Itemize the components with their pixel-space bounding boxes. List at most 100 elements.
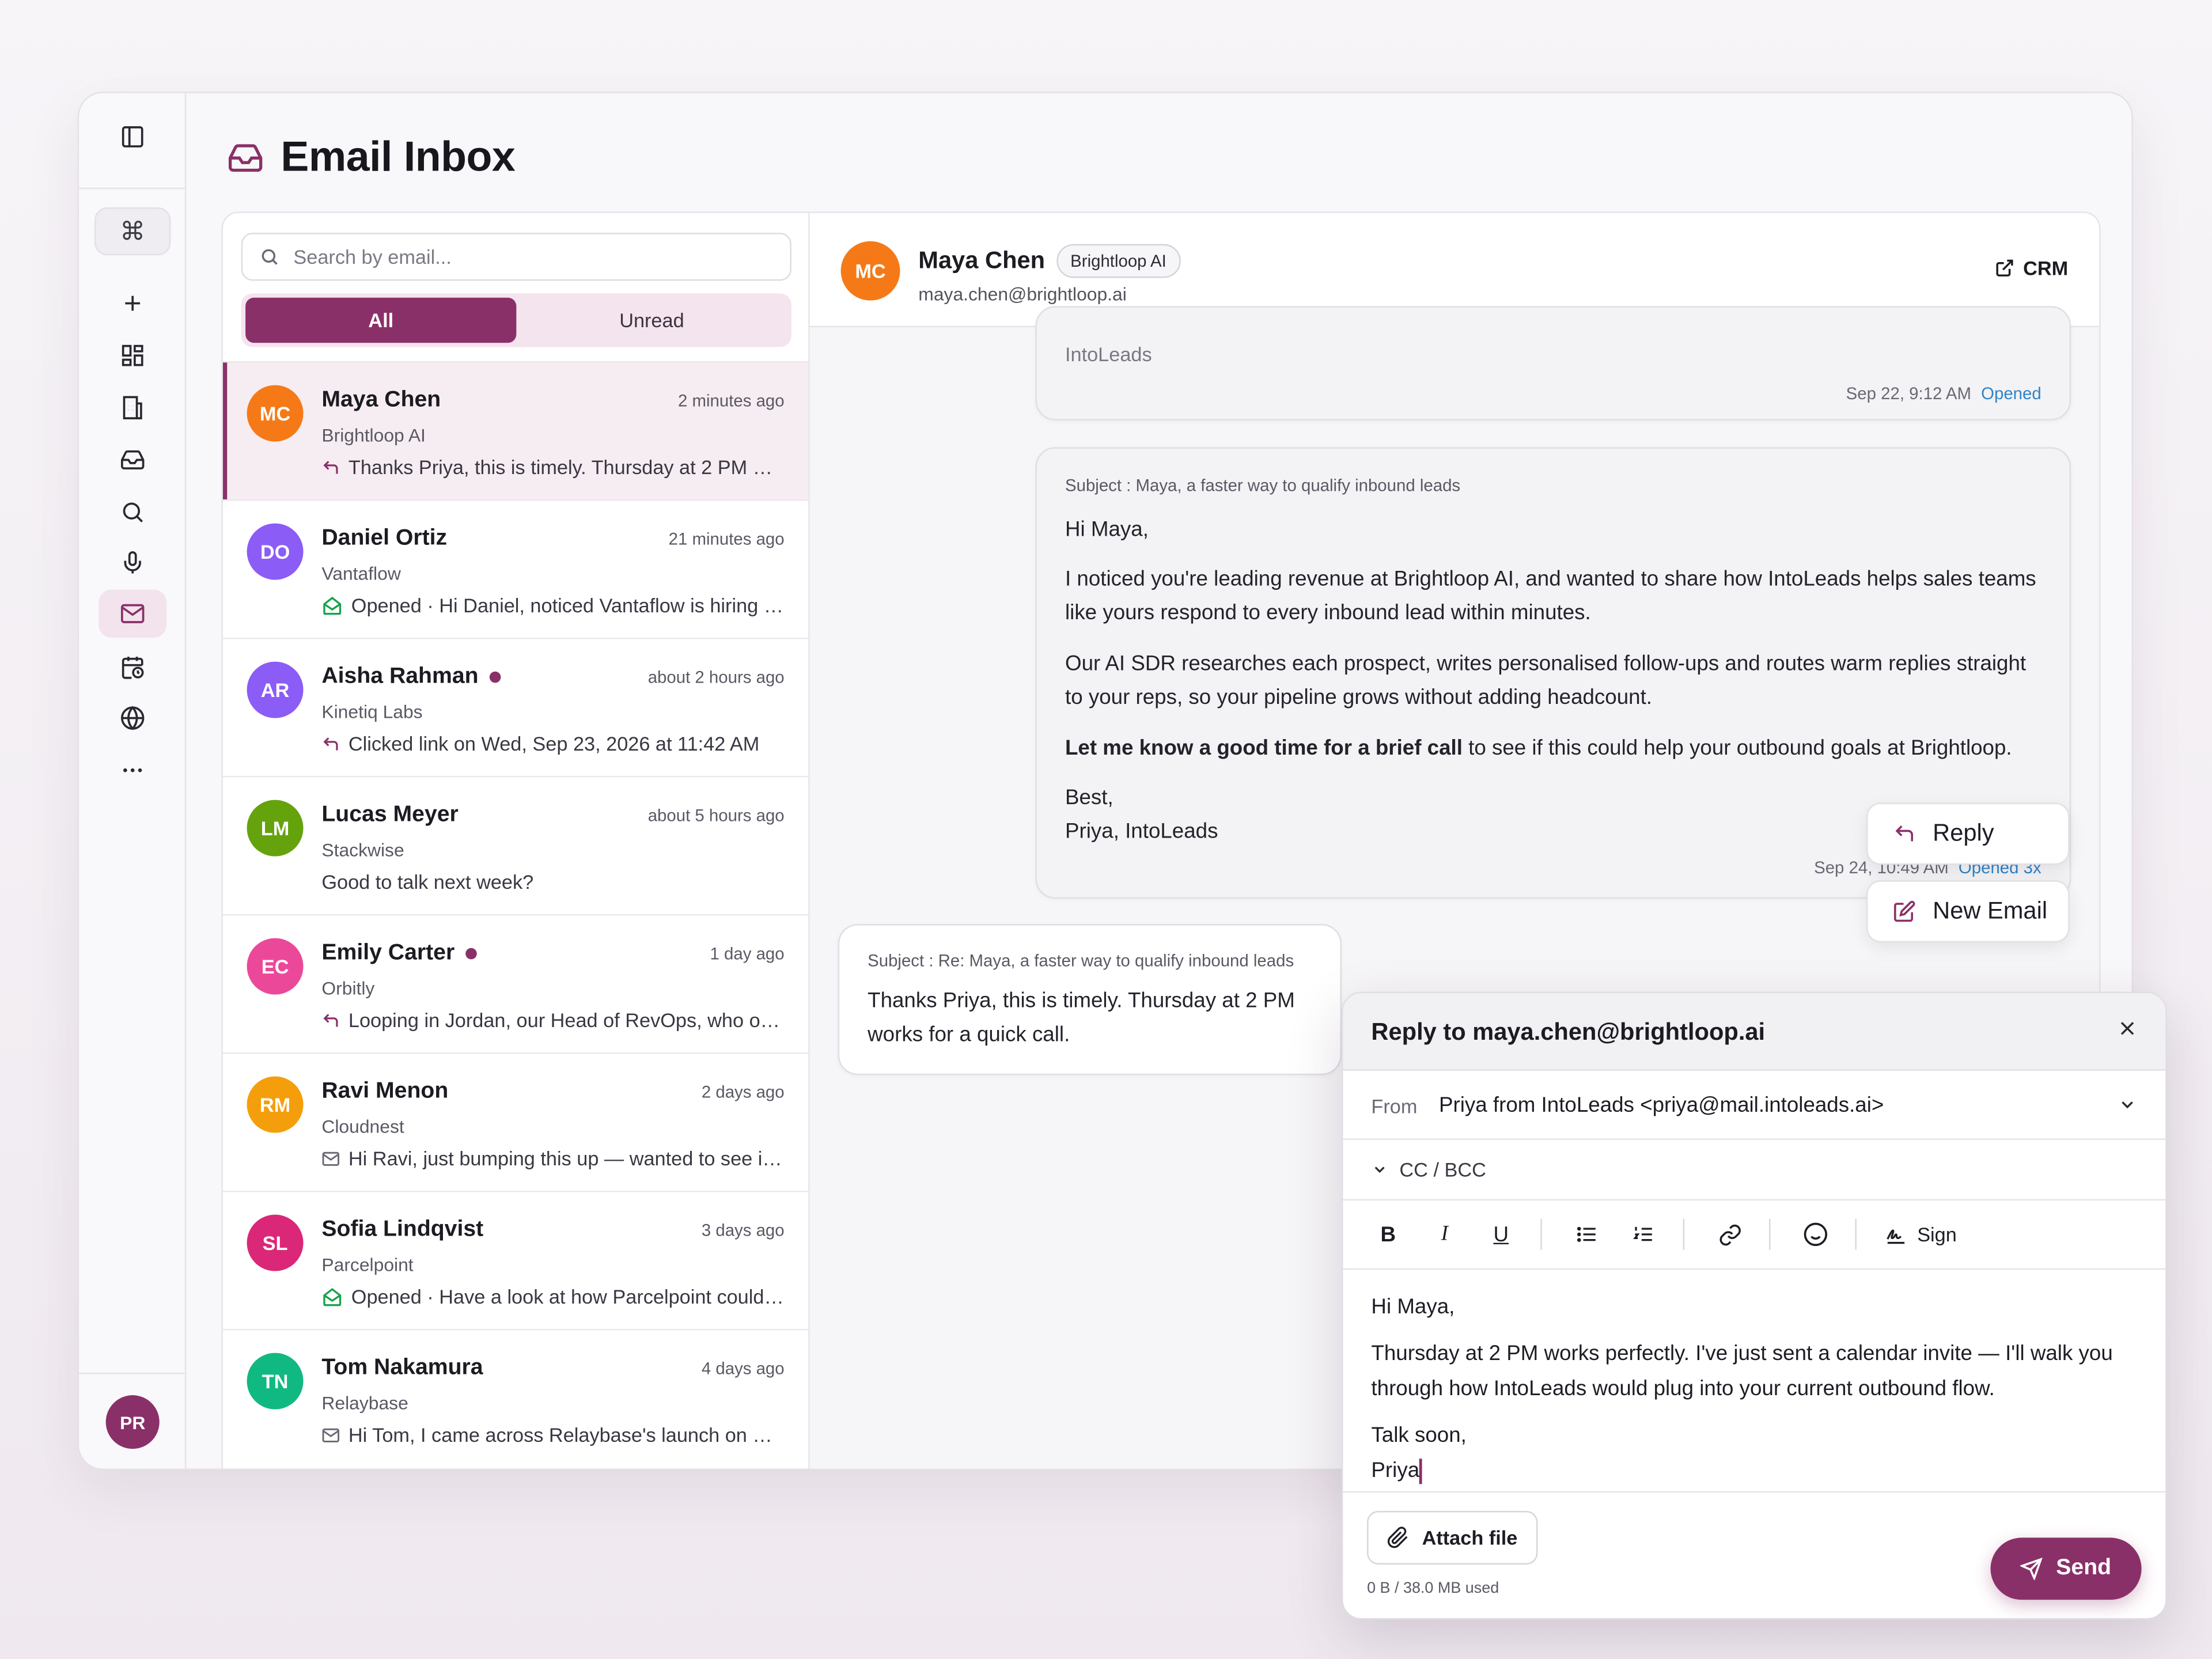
conversation-row[interactable]: LM Lucas Meyer about 5 hours ago Stackwi… bbox=[222, 775, 809, 914]
calendar-clock-icon bbox=[122, 657, 144, 679]
chevron-down-icon[interactable] bbox=[2118, 1094, 2137, 1122]
body-greeting: Hi Maya, bbox=[1371, 1295, 1455, 1319]
filter-all-button[interactable]: All bbox=[245, 297, 517, 343]
opened-status: Opened bbox=[1981, 384, 2041, 404]
external-link-icon bbox=[1996, 259, 2013, 276]
message-subject: Subject : Re: Maya, a faster way to qual… bbox=[868, 950, 1294, 971]
close-icon[interactable] bbox=[2118, 1018, 2137, 1046]
send-icon bbox=[2021, 1558, 2043, 1580]
send-label: Send bbox=[2056, 1556, 2112, 1580]
inbox-nav[interactable] bbox=[99, 436, 166, 484]
reply-label: Reply bbox=[1933, 819, 1994, 847]
earlier-message: IntoLeads Sep 22, 9:12 AM Opened bbox=[1035, 306, 2071, 421]
email-nav[interactable] bbox=[99, 589, 166, 638]
opened-mail-icon bbox=[321, 1286, 343, 1307]
link-button[interactable] bbox=[1713, 1213, 1747, 1255]
contact-name: Sofia Lindqvist bbox=[321, 1217, 484, 1242]
italic-icon: I bbox=[1441, 1222, 1448, 1245]
conversation-row[interactable]: AR Aisha Rahman about 2 hours ago Kineti… bbox=[222, 637, 809, 776]
rail-top bbox=[79, 93, 185, 190]
company-name: Parcelpoint bbox=[321, 1254, 414, 1275]
new-item-button[interactable] bbox=[99, 279, 166, 327]
unread-dot-icon bbox=[490, 671, 501, 683]
reply-composer: Reply to maya.chen@brightloop.ai From Pr… bbox=[1341, 991, 2167, 1620]
preview-text: Thanks Priya, this is timely. Thursday a… bbox=[348, 456, 785, 479]
reply-button[interactable]: Reply bbox=[1866, 802, 2070, 865]
conversation-row[interactable]: SL Sofia Lindqvist 3 days ago Parcelpoin… bbox=[222, 1190, 809, 1329]
filter-unread-button[interactable]: Unread bbox=[516, 298, 787, 343]
received-time: 2 minutes ago bbox=[678, 391, 785, 411]
composer-footer: Attach file 0 B / 38.0 MB used Send bbox=[1343, 1491, 2166, 1618]
search-box[interactable] bbox=[241, 233, 791, 281]
contact-name-row: Tom Nakamura bbox=[321, 1355, 483, 1381]
bullet-list-button[interactable] bbox=[1570, 1213, 1604, 1255]
conversation-rows: MC Maya Chen 2 minutes ago Brightloop AI… bbox=[222, 361, 809, 1467]
cc-bcc-label: CC / BCC bbox=[1399, 1158, 1486, 1181]
bullet-list-icon bbox=[1577, 1226, 1596, 1242]
search-icon bbox=[123, 502, 143, 522]
conversation-row[interactable]: RM Ravi Menon 2 days ago Cloudnest Hi Ra… bbox=[222, 1052, 809, 1191]
conversation-row[interactable]: DO Daniel Ortiz 21 minutes ago Vantaflow… bbox=[222, 499, 809, 638]
preview-text: Hi Ravi, just bumping this up — wanted t… bbox=[348, 1147, 785, 1170]
reply-icon bbox=[321, 1011, 340, 1029]
web-nav[interactable] bbox=[99, 694, 166, 742]
toolbar-divider bbox=[1855, 1218, 1857, 1250]
companies-nav[interactable] bbox=[99, 384, 166, 431]
dashboard-nav[interactable] bbox=[99, 332, 166, 380]
preview-text: Looping in Jordan, our Head of RevOps, w… bbox=[348, 1009, 785, 1032]
cc-bcc-toggle[interactable]: CC / BCC bbox=[1343, 1140, 2166, 1201]
contact-name-row: Lucas Meyer bbox=[321, 802, 458, 828]
more-nav[interactable] bbox=[99, 747, 166, 794]
contact-name-row: Maya Chen Brightloop AI bbox=[918, 244, 1181, 278]
inbox-icon bbox=[121, 450, 145, 469]
unread-dot-icon bbox=[465, 948, 478, 960]
body-closing: Talk soon, bbox=[1371, 1423, 1467, 1448]
avatar: LM bbox=[247, 800, 304, 857]
composer-body[interactable]: Hi Maya, Thursday at 2 PM works perfectl… bbox=[1371, 1289, 2140, 1488]
preview-text: Good to talk next week? bbox=[321, 870, 534, 893]
smile-icon bbox=[1804, 1222, 1828, 1247]
avatar: DO bbox=[247, 523, 304, 580]
company-chip[interactable]: Brightloop AI bbox=[1056, 244, 1181, 278]
italic-button[interactable]: I bbox=[1427, 1213, 1461, 1255]
conversation-list: All Unread MC Maya Chen 2 minutes ago Br… bbox=[222, 213, 810, 1469]
company-name: Kinetiq Labs bbox=[321, 701, 423, 722]
search-input[interactable] bbox=[293, 245, 790, 268]
avatar: MC bbox=[247, 385, 304, 442]
bold-button[interactable]: B bbox=[1371, 1213, 1405, 1255]
from-value[interactable]: Priya from IntoLeads <priya@mail.intolea… bbox=[1439, 1093, 1884, 1118]
conversation-row[interactable]: TN Tom Nakamura 4 days ago Relaybase Hi … bbox=[222, 1328, 809, 1467]
numbered-list-button[interactable] bbox=[1627, 1213, 1661, 1255]
calendar-nav[interactable] bbox=[99, 643, 166, 691]
contact-name: Maya Chen bbox=[918, 247, 1046, 274]
search-nav[interactable] bbox=[99, 488, 166, 536]
company-name: Brightloop AI bbox=[321, 425, 426, 446]
user-avatar[interactable]: PR bbox=[105, 1395, 160, 1449]
company-name: Vantaflow bbox=[321, 563, 401, 584]
new-email-button[interactable]: New Email bbox=[1866, 880, 2070, 942]
from-field[interactable]: From Priya from IntoLeads <priya@mail.in… bbox=[1343, 1071, 2166, 1140]
voice-nav[interactable] bbox=[99, 539, 166, 587]
emoji-button[interactable] bbox=[1798, 1213, 1832, 1255]
page-header: Email Inbox bbox=[227, 130, 516, 186]
sidebar-toggle-icon[interactable] bbox=[119, 124, 145, 157]
numbered-list-icon bbox=[1633, 1226, 1652, 1241]
attachment-usage: 0 B / 38.0 MB used bbox=[1367, 1580, 1499, 1597]
chevron-down-icon bbox=[1374, 1166, 1385, 1173]
new-email-label: New Email bbox=[1933, 897, 2048, 925]
command-palette-button[interactable]: ⌘ bbox=[94, 207, 171, 256]
message-preview: Hi Tom, I came across Relaybase's launch… bbox=[321, 1423, 785, 1446]
opened-mail-icon bbox=[321, 594, 343, 616]
send-button[interactable]: Send bbox=[1990, 1537, 2142, 1600]
received-time: 21 minutes ago bbox=[668, 529, 785, 549]
crm-link[interactable]: CRM bbox=[1995, 257, 2068, 279]
message-text: to see if this could help your outbound … bbox=[1462, 736, 2012, 761]
underline-button[interactable]: U bbox=[1484, 1213, 1518, 1255]
page-title: Email Inbox bbox=[281, 134, 516, 181]
plus-icon bbox=[125, 296, 141, 311]
attach-file-button[interactable]: Attach file bbox=[1367, 1510, 1537, 1565]
conversation-row[interactable]: MC Maya Chen 2 minutes ago Brightloop AI… bbox=[222, 361, 809, 499]
sign-button[interactable]: Sign bbox=[1885, 1213, 1957, 1255]
mail-icon bbox=[321, 1149, 340, 1168]
conversation-row[interactable]: EC Emily Carter 1 day ago Orbitly Loopin… bbox=[222, 914, 809, 1052]
